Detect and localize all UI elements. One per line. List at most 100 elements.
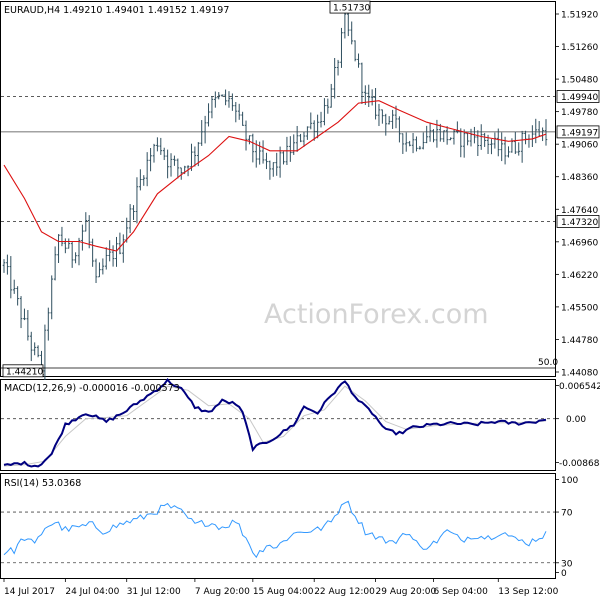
rsi-title: RSI(14) 53.0368 xyxy=(4,478,81,489)
level-label-1: 1.47320 xyxy=(556,215,600,228)
ohlc-bar xyxy=(319,111,323,128)
ohlc-bar xyxy=(456,121,459,134)
ohlc-bar xyxy=(210,95,214,119)
ohlc-bar xyxy=(520,130,524,163)
ohlc-bar xyxy=(200,120,204,146)
ohlc-bar xyxy=(12,279,16,294)
ohlc-bar xyxy=(217,92,221,100)
chart-svg: ActionForex.com 1.51730 1.44210 50.0 1.499… xyxy=(0,0,600,597)
ohlc-bar xyxy=(214,91,217,108)
ohlc-bar xyxy=(459,128,463,158)
price-tick-label: 1.47640 xyxy=(561,206,598,216)
ohlc-bar xyxy=(36,345,40,358)
ohlc-bar xyxy=(408,140,411,147)
level-label-text-0: 1.49940 xyxy=(561,93,598,103)
ohlc-bar xyxy=(115,236,118,267)
ohlc-bar xyxy=(87,215,91,249)
macd-signal-line xyxy=(3,385,547,467)
ohlc-bar xyxy=(275,152,279,176)
ohlc-bar xyxy=(224,89,227,106)
rsi-line xyxy=(3,500,547,559)
ohlc-bar xyxy=(517,142,521,156)
rsi-tick-label: 100 xyxy=(561,476,578,486)
ohlc-bar xyxy=(268,160,272,180)
ohlc-bar xyxy=(67,238,71,249)
x-tick-label: 7 Aug 20:00 xyxy=(195,587,250,597)
ohlc-bar xyxy=(64,238,67,254)
price-tick-label: 1.49060 xyxy=(561,141,598,151)
ohlc-bar xyxy=(57,234,60,264)
ohlc-bar xyxy=(531,125,534,147)
ohlc-bar xyxy=(132,205,135,220)
ohlc-bar xyxy=(537,121,541,137)
ohlc-bar xyxy=(357,53,360,68)
price-tick-label: 1.44780 xyxy=(561,336,598,346)
ohlc-bar xyxy=(544,119,548,146)
ohlc-bar xyxy=(316,114,319,139)
ohlc-bar xyxy=(19,296,23,329)
macd-tick-label: 0.006542 xyxy=(559,382,600,392)
ohlc-bar xyxy=(496,128,500,157)
ohlc-bar xyxy=(295,125,299,152)
ohlc-bar xyxy=(207,103,210,127)
rsi-tick-label: 30 xyxy=(561,559,573,569)
watermark: ActionForex.com xyxy=(264,299,489,330)
ohlc-bar xyxy=(418,145,422,150)
ohlc-bar xyxy=(462,129,466,158)
ohlc-bar xyxy=(411,133,415,154)
ohlc-bar xyxy=(292,134,296,155)
price-tick-label: 1.49780 xyxy=(561,108,598,118)
ohlc-bar xyxy=(94,258,98,284)
ohlc-bar xyxy=(377,103,381,127)
ohlc-bar xyxy=(469,128,473,147)
level-label-0: 1.49940 xyxy=(556,90,600,103)
x-tick-label: 31 Jul 12:00 xyxy=(127,587,181,597)
ohlc-bar xyxy=(514,131,517,155)
ohlc-bar xyxy=(23,308,26,321)
ohlc-bar xyxy=(323,98,326,126)
price-tick-label: 1.46960 xyxy=(561,238,598,248)
ohlc-bar xyxy=(135,177,139,224)
ohlc-bar xyxy=(336,59,340,76)
x-tick-label: 13 Sep 12:00 xyxy=(498,587,558,597)
ohlc-bar xyxy=(306,126,309,140)
ohlc-bar xyxy=(118,232,122,255)
ohlc-bar xyxy=(534,118,538,144)
ohlc-bar xyxy=(524,130,527,145)
ohlc-bar xyxy=(139,169,142,191)
ohlc-bar xyxy=(2,259,6,273)
ohlc-bar xyxy=(122,234,125,263)
ohlc-bar xyxy=(193,146,197,167)
ohlc-bar xyxy=(541,127,544,142)
ohlc-bar xyxy=(244,120,248,151)
ohlc-bar xyxy=(241,111,244,126)
ohlc-bar xyxy=(309,112,313,130)
ohlc-bar xyxy=(360,62,364,105)
ohlc-bar xyxy=(445,126,449,145)
ohlc-bar xyxy=(159,137,163,155)
ohlc-bar xyxy=(98,262,101,278)
ohlc-bar xyxy=(483,132,486,147)
ohlc-bar xyxy=(261,140,265,164)
ohlc-bar xyxy=(370,89,374,106)
moving-average-line xyxy=(3,100,547,252)
ohlc-bar xyxy=(6,254,9,275)
ohlc-bar xyxy=(353,40,357,62)
ohlc-bar xyxy=(111,245,115,267)
price-tick-label: 1.51260 xyxy=(561,43,598,53)
ohlc-bar xyxy=(108,240,111,262)
price-tick-label: 1.51920 xyxy=(561,11,598,21)
x-tick-label: 15 Aug 04:00 xyxy=(253,587,314,597)
ohlc-bar xyxy=(104,247,108,270)
ohlc-bar xyxy=(425,125,428,144)
ohlc-bar xyxy=(9,256,13,299)
x-tick-label: 29 Aug 20:00 xyxy=(376,587,437,597)
ohlc-bar xyxy=(421,132,425,150)
ohlc-bar xyxy=(527,134,531,148)
level-label-2: 1.49197 xyxy=(556,125,600,138)
annotation-text-0: 1.51730 xyxy=(333,4,370,14)
ohlc-bar xyxy=(16,286,19,306)
ohlc-bar xyxy=(387,116,391,125)
price-tick-label: 1.44080 xyxy=(561,369,598,379)
ohlc-bar xyxy=(152,143,156,163)
